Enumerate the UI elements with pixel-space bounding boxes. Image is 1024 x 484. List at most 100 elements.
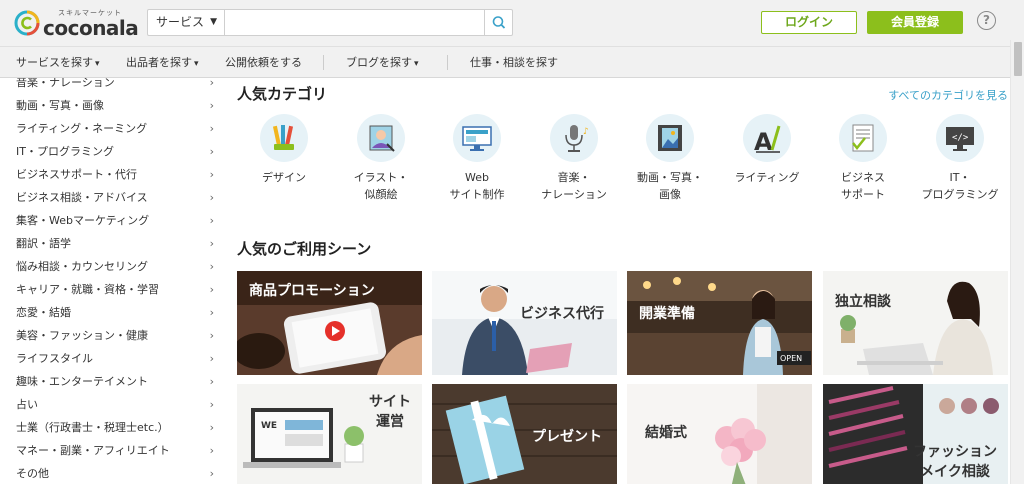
chevron-right-icon: › <box>209 467 214 480</box>
chevron-down-icon: ▾ <box>194 59 199 69</box>
register-button[interactable]: 会員登録 <box>867 11 963 34</box>
scene-label: 結婚式 <box>645 425 687 441</box>
category-illustration[interactable]: イラスト・ 似顔絵 <box>341 114 421 210</box>
category-web-site[interactable]: Web サイト制作 <box>437 114 517 210</box>
chevron-right-icon: › <box>209 214 214 227</box>
chevron-right-icon: › <box>209 398 214 411</box>
chevron-right-icon: › <box>209 329 214 342</box>
scene-tile-present[interactable]: プレゼント <box>432 384 617 484</box>
sidebar-item-writing-naming[interactable]: ライティング・ネーミング › <box>16 122 216 145</box>
coconala-logo[interactable]: スキルマーケット coconala <box>14 7 139 41</box>
scene-tile-product-promotion[interactable]: 商品プロモーション <box>237 271 422 375</box>
sidebar-item-it-programming[interactable]: IT・プログラミング › <box>16 145 216 168</box>
nav-item-find-sellers[interactable]: 出品者を探す ▾ <box>126 47 199 78</box>
search-button[interactable] <box>484 10 512 35</box>
sidebar-item-love-marriage[interactable]: 恋愛・結婚 › <box>16 306 216 329</box>
nav-item-find-services[interactable]: サービスを探す ▾ <box>16 47 100 78</box>
scene-tile-wedding[interactable]: 結婚式 <box>627 384 812 484</box>
woman-laptop-image <box>823 271 1008 375</box>
svg-text:</>: </> <box>952 133 969 143</box>
caret-down-icon: ▼ <box>210 17 217 27</box>
sidebar-item-label: 趣味・エンターテイメント <box>16 375 148 388</box>
scrollbar-thumb[interactable] <box>1014 42 1022 76</box>
sidebar-item-hobby-entertainment[interactable]: 趣味・エンターテイメント › <box>16 375 216 398</box>
usage-scenes-title: 人気のご利用シーン <box>237 240 372 258</box>
sidebar-item-professional-services[interactable]: 士業（行政書士・税理士etc.） › <box>16 421 216 444</box>
scene-label: サイト 運営 <box>369 394 411 430</box>
business-document-icon <box>839 114 887 162</box>
main-content: 人気カテゴリ すべてのカテゴリを見る デザイン イラスト・ 似顔絵 Web サイ… <box>237 78 1010 484</box>
sidebar-item-label: キャリア・就職・資格・学習 <box>16 283 159 296</box>
scene-tile-fashion-makeup[interactable]: ファッション メイク相談 <box>823 384 1008 484</box>
nav-item-find-blogs[interactable]: ブログを探す ▾ <box>346 47 419 78</box>
category-label: デザイン <box>262 171 306 184</box>
sidebar-item-label: 翻訳・語学 <box>16 237 71 250</box>
sidebar-item-music-narration[interactable]: 音楽・ナレーション › <box>16 78 216 99</box>
category-label: 音楽・ ナレーション <box>541 171 607 201</box>
film-photo-icon <box>646 114 694 162</box>
nav-label: 仕事・相談を探す <box>470 56 558 69</box>
sidebar-item-fortune[interactable]: 占い › <box>16 398 216 421</box>
category-business-support[interactable]: ビジネス サポート <box>823 114 903 210</box>
sidebar-item-other[interactable]: その他 › <box>16 467 216 484</box>
category-label: イラスト・ 似顔絵 <box>353 171 409 201</box>
scene-label: プレゼント <box>532 429 602 445</box>
chevron-down-icon: ▾ <box>414 59 419 69</box>
sidebar-item-label: ライティング・ネーミング <box>16 122 148 135</box>
scene-label: ファッション メイク相談 <box>913 444 997 480</box>
code-monitor-icon: </> <box>936 114 984 162</box>
sidebar-item-label: 恋愛・結婚 <box>16 306 71 319</box>
chevron-right-icon: › <box>209 99 214 112</box>
category-video-photo[interactable]: 動画・写真・ 画像 <box>630 114 710 210</box>
nav-divider <box>447 55 448 70</box>
vertical-scrollbar[interactable] <box>1010 40 1024 484</box>
sidebar-item-counseling[interactable]: 悩み相談・カウンセリング › <box>16 260 216 283</box>
main-navigation: サービスを探す ▾ 出品者を探す ▾ 公開依頼をする ブログを探す ▾ 仕事・相談を探… <box>0 46 1010 78</box>
nav-divider <box>323 55 324 70</box>
sidebar-item-career[interactable]: キャリア・就職・資格・学習 › <box>16 283 216 306</box>
category-writing[interactable]: A ライティング <box>727 114 807 210</box>
search-category-select[interactable]: サービス ▼ <box>148 10 225 35</box>
help-icon[interactable]: ? <box>977 11 996 30</box>
sidebar-item-label: 集客・Webマーケティング <box>16 214 150 227</box>
nav-item-post-request[interactable]: 公開依頼をする <box>225 47 302 78</box>
top-header: スキルマーケット coconala サービス ▼ ログイン 会員登録 ? <box>0 0 1024 46</box>
login-button[interactable]: ログイン <box>761 11 857 34</box>
category-label: ビジネス サポート <box>841 171 885 201</box>
category-music-narration[interactable]: ♪ 音楽・ ナレーション <box>534 114 614 210</box>
nav-label: ブログを探す <box>346 56 412 69</box>
sidebar-item-label: 占い <box>16 398 38 411</box>
sidebar-item-business-support[interactable]: ビジネスサポート・代行 › <box>16 168 216 191</box>
sidebar-item-translation[interactable]: 翻訳・語学 › <box>16 237 216 260</box>
nav-item-find-jobs[interactable]: 仕事・相談を探す <box>470 47 558 78</box>
sidebar-item-label: その他 <box>16 467 49 480</box>
sidebar-item-beauty-fashion[interactable]: 美容・ファッション・健康 › <box>16 329 216 352</box>
scene-label: 独立相談 <box>835 294 891 310</box>
sidebar-item-business-advice[interactable]: ビジネス相談・アドバイス › <box>16 191 216 214</box>
search-input[interactable] <box>226 10 484 35</box>
nav-label: サービスを探す <box>16 56 93 69</box>
see-all-categories-link[interactable]: すべてのカテゴリを見る <box>888 87 1008 103</box>
sidebar-item-video-photo[interactable]: 動画・写真・画像 › <box>16 99 216 122</box>
scene-label: 商品プロモーション <box>249 283 375 299</box>
scene-tile-business-opening[interactable]: OPEN 開業準備 <box>627 271 812 375</box>
chevron-right-icon: › <box>209 444 214 457</box>
sidebar-item-label: ライフスタイル <box>16 352 93 365</box>
category-it-programming[interactable]: </> IT・ プログラミング <box>920 114 1000 210</box>
sidebar-item-web-marketing[interactable]: 集客・Webマーケティング › <box>16 214 216 237</box>
chevron-right-icon: › <box>209 352 214 365</box>
nav-label: 出品者を探す <box>126 56 192 69</box>
category-design[interactable]: デザイン <box>244 114 324 210</box>
laptop-screen-text: WE <box>261 421 277 431</box>
sidebar-item-lifestyle[interactable]: ライフスタイル › <box>16 352 216 375</box>
popular-categories-title: 人気カテゴリ <box>237 85 328 103</box>
scene-tile-independence-consultation[interactable]: 独立相談 <box>823 271 1008 375</box>
chevron-right-icon: › <box>209 122 214 135</box>
search-bar: サービス ▼ <box>147 9 513 36</box>
logo-mark-icon <box>14 10 40 36</box>
category-label: ライティング <box>734 171 800 184</box>
scene-tile-business-agency[interactable]: ビジネス代行 <box>432 271 617 375</box>
scene-tile-site-operation[interactable]: WE サイト 運営 <box>237 384 422 484</box>
sidebar-item-money-side-job[interactable]: マネー・副業・アフィリエイト › <box>16 444 216 467</box>
chevron-right-icon: › <box>209 145 214 158</box>
